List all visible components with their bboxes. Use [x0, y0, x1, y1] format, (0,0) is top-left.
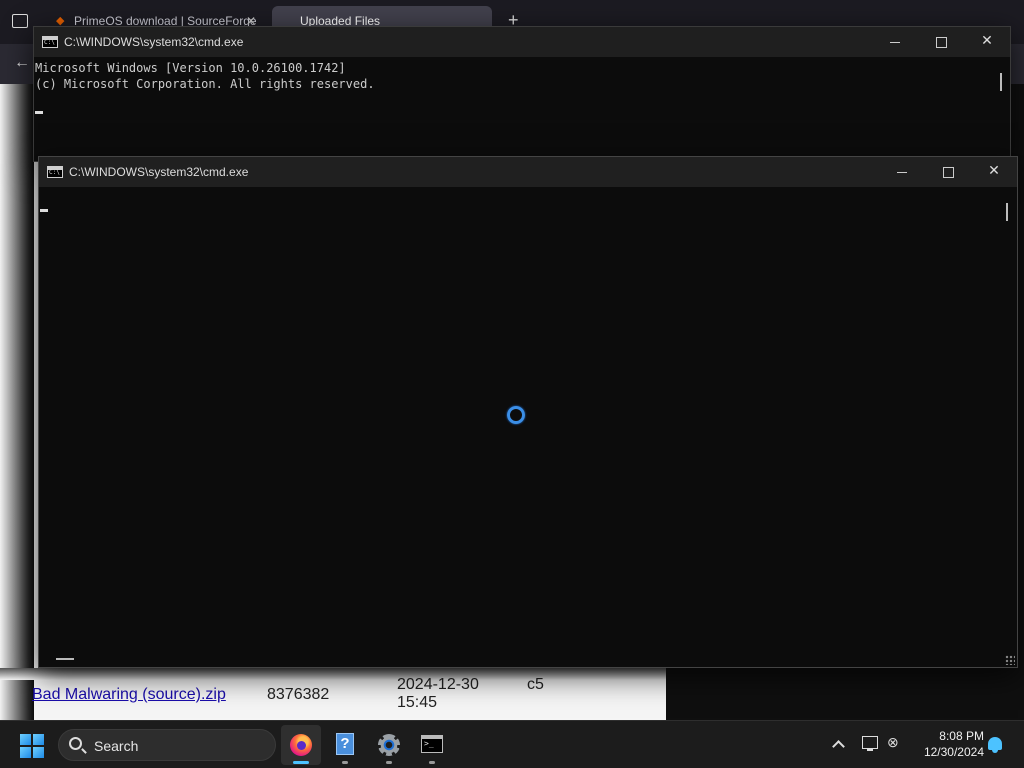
loading-spinner-icon	[507, 406, 525, 424]
taskbar-search[interactable]: Search	[58, 729, 276, 761]
windows-logo-icon	[33, 747, 44, 758]
windows-logo-icon	[20, 734, 31, 745]
resize-grip-icon[interactable]	[1005, 655, 1015, 665]
terminal-icon	[421, 735, 443, 753]
taskbar-clock[interactable]: 8:08 PM 12/30/2024	[912, 728, 984, 760]
running-indicator	[429, 761, 435, 764]
running-indicator	[342, 761, 348, 764]
terminal-line: Microsoft Windows [Version 10.0.26100.17…	[35, 61, 346, 75]
taskbar: Search ? ⊗ 8:08 PM 12/30/2024	[0, 720, 1024, 768]
windows-logo-icon	[33, 734, 44, 745]
terminal-line: (c) Microsoft Corporation. All rights re…	[35, 77, 375, 91]
window-titlebar[interactable]: C:\WINDOWS\system32\cmd.exe ✕	[34, 27, 1010, 57]
text-cursor	[35, 111, 43, 114]
taskbar-app-firefox[interactable]	[281, 725, 321, 765]
clock-date: 12/30/2024	[923, 745, 984, 759]
clock-time: 8:08 PM	[939, 729, 984, 743]
minimize-button[interactable]	[879, 157, 925, 187]
file-download-link[interactable]: Bad Malwaring (source).zip	[32, 686, 226, 704]
file-extra: c5	[527, 676, 544, 693]
help-icon: ?	[336, 733, 354, 755]
start-button[interactable]	[20, 734, 44, 758]
scrollbar-thumb[interactable]	[1000, 73, 1002, 91]
running-indicator	[293, 761, 309, 764]
terminal-output[interactable]: Microsoft Windows [Version 10.0.26100.17…	[34, 57, 1010, 161]
gear-icon	[378, 734, 400, 756]
windows-logo-icon	[20, 747, 31, 758]
chevron-up-icon[interactable]	[830, 736, 846, 752]
tab-list-icon[interactable]	[12, 14, 28, 28]
terminal-output[interactable]	[39, 187, 1017, 667]
page-shadow-region	[0, 668, 666, 680]
close-button[interactable]: ✕	[964, 27, 1010, 57]
cmd-window-front[interactable]: C:\WINDOWS\system32\cmd.exe ✕	[38, 156, 1018, 668]
cmd-app-icon	[42, 36, 58, 48]
cmd-window-back[interactable]: C:\WINDOWS\system32\cmd.exe ✕ Microsoft …	[33, 26, 1011, 162]
firefox-icon	[290, 734, 312, 756]
text-cursor	[40, 209, 48, 212]
file-date: 2024-12-30 15:45	[397, 676, 479, 711]
back-arrow-icon[interactable]: ←	[14, 54, 30, 72]
running-indicator	[386, 761, 392, 764]
taskbar-app-help[interactable]: ?	[325, 725, 365, 765]
display-icon[interactable]	[862, 736, 878, 751]
taskbar-app-terminal[interactable]	[412, 725, 452, 765]
close-button[interactable]: ✕	[971, 157, 1017, 187]
window-title: C:\WINDOWS\system32\cmd.exe	[64, 35, 244, 49]
taskbar-app-settings[interactable]	[369, 725, 409, 765]
file-size: 8376382	[267, 686, 330, 703]
network-disconnected-icon[interactable]: ⊗	[887, 734, 903, 752]
cmd-app-icon	[47, 166, 63, 178]
window-titlebar[interactable]: C:\WINDOWS\system32\cmd.exe ✕	[39, 157, 1017, 187]
search-label: Search	[94, 738, 139, 754]
page-shadow-region	[0, 84, 34, 720]
text-cursor	[56, 658, 74, 660]
maximize-button[interactable]	[918, 27, 964, 57]
scrollbar-thumb[interactable]	[1006, 203, 1008, 221]
window-title: C:\WINDOWS\system32\cmd.exe	[69, 165, 249, 179]
maximize-button[interactable]	[925, 157, 971, 187]
minimize-button[interactable]	[872, 27, 918, 57]
search-icon	[69, 737, 82, 750]
notification-bell-icon[interactable]	[988, 737, 1002, 753]
